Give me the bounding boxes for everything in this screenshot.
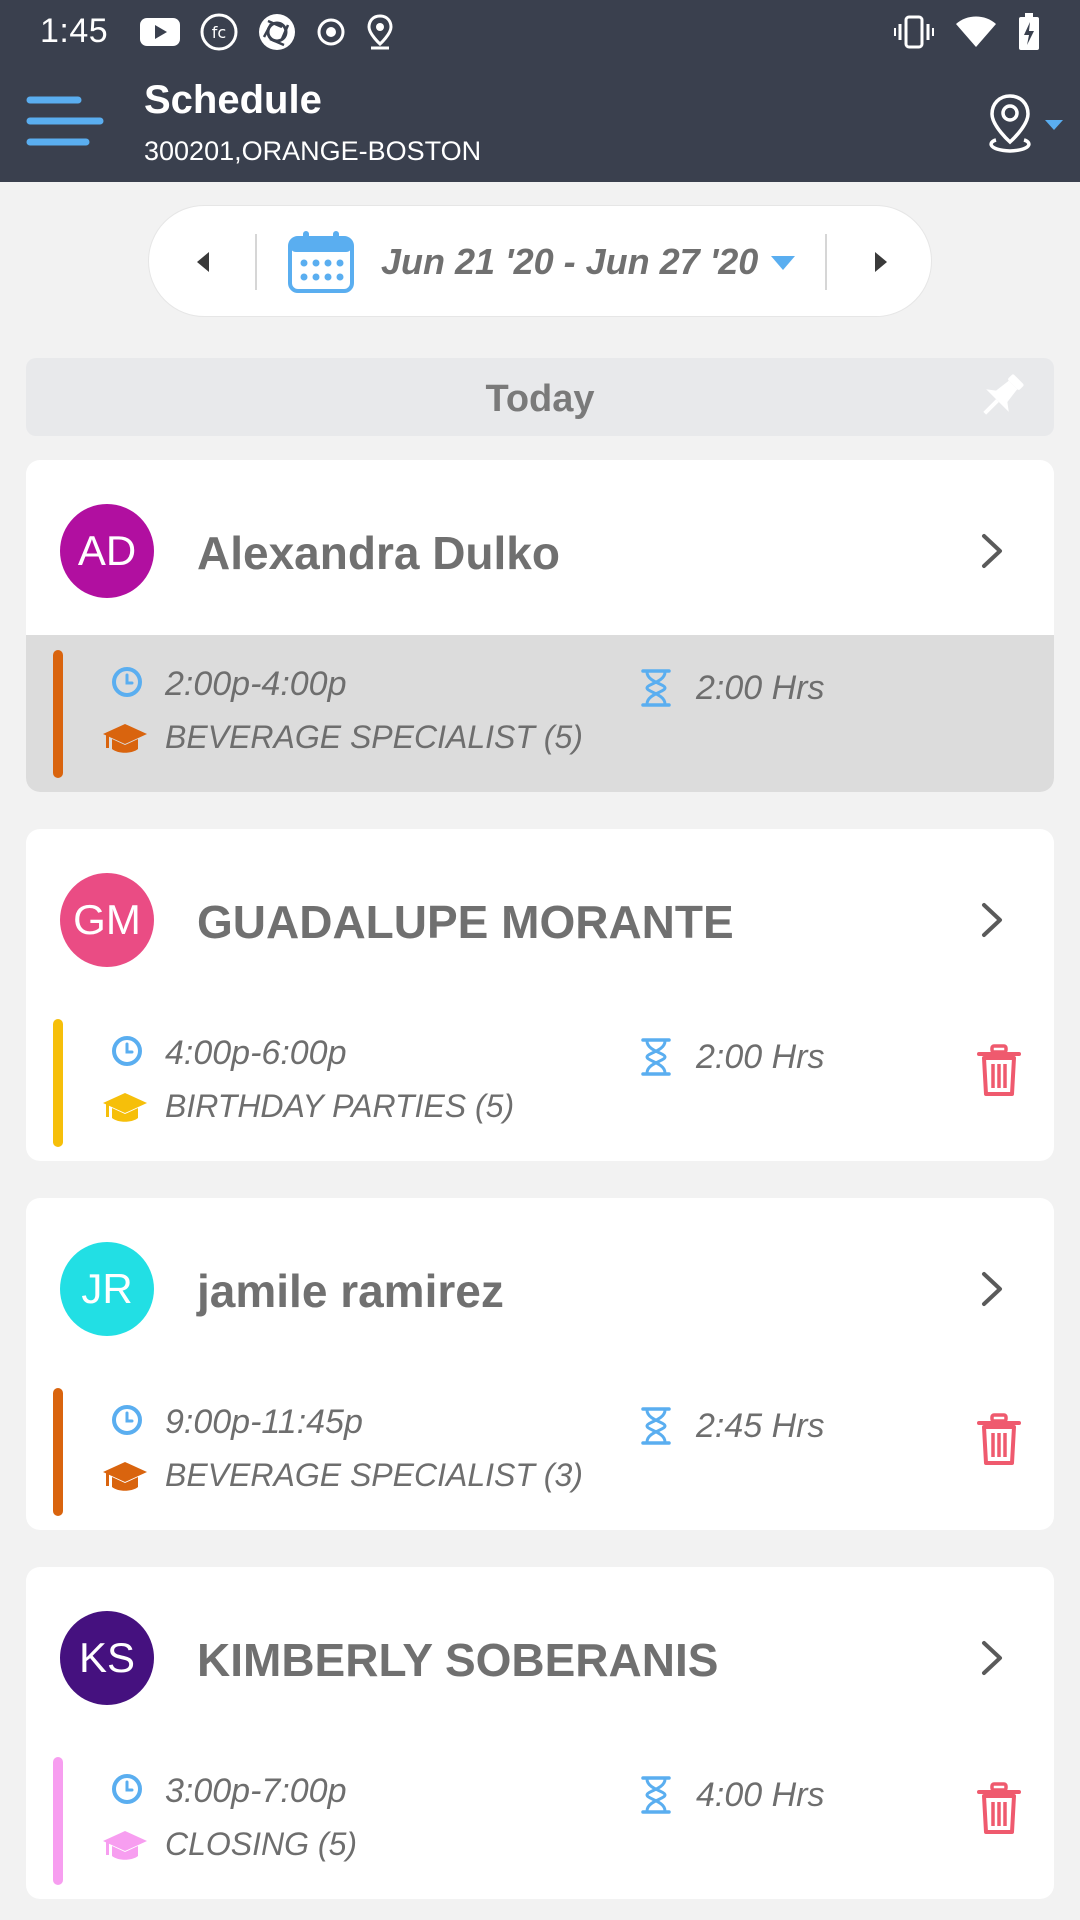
wifi-icon — [956, 16, 996, 47]
svg-text:fc: fc — [212, 23, 226, 42]
clock-icon — [112, 1774, 142, 1804]
delete-shift-icon[interactable] — [976, 1782, 1022, 1836]
shift-time: 2:00p-4:00p — [165, 665, 347, 703]
section-header-today: Today — [26, 358, 1054, 436]
graduation-cap-icon — [103, 1831, 147, 1860]
graduation-cap-icon — [103, 1462, 147, 1491]
delete-shift-icon[interactable] — [976, 1044, 1022, 1098]
clock-icon — [112, 1405, 142, 1435]
chevron-right-icon — [982, 534, 1002, 568]
avatar: AD — [60, 504, 154, 598]
system-icons — [894, 12, 1040, 52]
hourglass-icon — [641, 1038, 671, 1076]
avatar: KS — [60, 1611, 154, 1705]
employee-card: AD Alexandra Dulko 2:00p-4:00p BEVERAGE … — [26, 460, 1054, 792]
role-color-bar — [53, 1019, 63, 1147]
shift-time: 4:00p-6:00p — [165, 1034, 347, 1072]
employee-name: KIMBERLY SOBERANIS — [197, 1634, 719, 1686]
chevron-right-icon — [982, 1641, 1002, 1675]
shift-hours: 4:00 Hrs — [696, 1776, 825, 1814]
app-bar: Schedule 300201,ORANGE-BOSTON — [0, 64, 1080, 182]
vibrate-icon — [894, 15, 934, 49]
delete-shift-icon[interactable] — [976, 1413, 1022, 1467]
fc-icon: fc — [200, 13, 238, 51]
shift-hours: 2:00 Hrs — [696, 1038, 825, 1076]
hourglass-icon — [641, 1407, 671, 1445]
youtube-icon — [140, 18, 180, 46]
chevron-right-icon — [982, 903, 1002, 937]
pushpin-icon[interactable] — [972, 368, 1030, 426]
employee-card: GM GUADALUPE MORANTE 4:00p-6:00p BIRTHDA… — [26, 829, 1054, 1161]
graduation-cap-icon — [103, 724, 147, 753]
shift-role: BEVERAGE SPECIALIST (5) — [165, 719, 583, 755]
employee-card: JR jamile ramirez 9:00p-11:45p BEVERAGE … — [26, 1198, 1054, 1530]
employee-header[interactable]: JR jamile ramirez — [26, 1198, 1054, 1373]
divider — [255, 234, 257, 290]
next-week-button[interactable] — [869, 244, 895, 280]
shift-time: 9:00p-11:45p — [165, 1403, 363, 1441]
triangle-left-icon — [197, 252, 209, 272]
employee-name: jamile ramirez — [197, 1265, 504, 1317]
hourglass-icon — [641, 1776, 671, 1814]
employee-name: Alexandra Dulko — [197, 527, 560, 579]
employee-header[interactable]: KS KIMBERLY SOBERANIS — [26, 1567, 1054, 1742]
employee-header[interactable]: GM GUADALUPE MORANTE — [26, 829, 1054, 1004]
avatar: GM — [60, 873, 154, 967]
chevron-right-icon — [982, 1272, 1002, 1306]
shift-row[interactable]: 9:00p-11:45p BEVERAGE SPECIALIST (3) 2:4… — [26, 1373, 1054, 1530]
clock-icon — [112, 1036, 142, 1066]
week-navigator: Jun 21 '20 - Jun 27 '20 — [148, 205, 932, 317]
section-label: Today — [485, 378, 595, 420]
shift-role: CLOSING (5) — [165, 1826, 358, 1862]
employee-card: KS KIMBERLY SOBERANIS 3:00p-7:00p CLOSIN… — [26, 1567, 1054, 1899]
status-bar: 1:45 fc — [0, 0, 1080, 64]
triangle-right-icon — [875, 252, 887, 272]
employee-name: GUADALUPE MORANTE — [197, 896, 734, 948]
menu-button[interactable] — [26, 94, 104, 150]
shift-role: BEVERAGE SPECIALIST (3) — [165, 1457, 583, 1493]
shift-time: 3:00p-7:00p — [165, 1772, 347, 1810]
role-color-bar — [53, 650, 63, 778]
store-subtitle: 300201,ORANGE-BOSTON — [144, 136, 482, 166]
caret-down-icon[interactable] — [769, 254, 797, 272]
shift-hours: 2:45 Hrs — [696, 1407, 825, 1445]
location-selector-button[interactable] — [980, 92, 1070, 156]
shift-row[interactable]: 2:00p-4:00p BEVERAGE SPECIALIST (5) 2:00… — [26, 635, 1054, 792]
role-color-bar — [53, 1757, 63, 1885]
hamburger-menu-icon — [26, 96, 104, 146]
location-pin-icon — [367, 14, 393, 50]
clock-icon — [112, 667, 142, 697]
employee-header[interactable]: AD Alexandra Dulko — [26, 460, 1054, 635]
status-time: 1:45 — [40, 12, 109, 50]
graduation-cap-icon — [103, 1093, 147, 1122]
previous-week-button[interactable] — [189, 244, 215, 280]
caret-down-icon — [1045, 120, 1063, 130]
week-range-label[interactable]: Jun 21 '20 - Jun 27 '20 — [381, 241, 758, 283]
shift-row[interactable]: 4:00p-6:00p BIRTHDAY PARTIES (5) 2:00 Hr… — [26, 1004, 1054, 1161]
calendar-icon — [288, 231, 354, 293]
battery-charging-icon — [1019, 13, 1039, 50]
record-icon — [317, 18, 345, 46]
avatar: JR — [60, 1242, 154, 1336]
notification-icons: fc — [140, 12, 394, 52]
page-title: Schedule — [144, 78, 322, 122]
location-pin-icon — [989, 94, 1063, 153]
shift-hours: 2:00 Hrs — [696, 669, 825, 707]
role-color-bar — [53, 1388, 63, 1516]
hourglass-icon — [641, 669, 671, 707]
shift-row[interactable]: 3:00p-7:00p CLOSING (5) 4:00 Hrs — [26, 1742, 1054, 1899]
divider — [825, 234, 827, 290]
shift-role: BIRTHDAY PARTIES (5) — [165, 1088, 515, 1124]
camera-aperture-icon — [259, 14, 295, 50]
